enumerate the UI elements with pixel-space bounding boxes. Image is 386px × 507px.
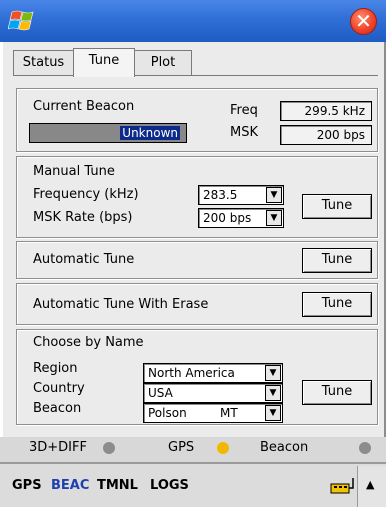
tab-status[interactable]: Status — [13, 50, 74, 76]
msk-rate-value: 200 bps — [203, 211, 252, 225]
current-beacon-field: Unknown — [29, 123, 187, 143]
windows-logo-icon[interactable] — [8, 8, 38, 34]
country-label: Country — [33, 381, 85, 396]
frequency-value: 283.5 — [203, 188, 238, 202]
automatic-tune-label: Automatic Tune — [33, 252, 135, 267]
tab-plot[interactable]: Plot — [134, 50, 192, 76]
status-3d-diff-label: 3D+DIFF — [29, 440, 87, 455]
chevron-down-icon[interactable]: ▼ — [266, 210, 282, 226]
taskbar: GPS BEAC TMNL LOGS ▲ — [0, 462, 386, 507]
status-gps-label: GPS — [168, 440, 195, 455]
automatic-tune-group: Automatic Tune Tune — [16, 241, 378, 279]
beacon-name-value: Polson — [148, 406, 187, 420]
manual-tune-heading: Manual Tune — [33, 164, 115, 179]
close-icon[interactable]: ✕ — [350, 8, 377, 35]
status-beacon-label: Beacon — [260, 440, 309, 455]
taskbar-logs[interactable]: LOGS — [150, 478, 189, 493]
frequency-select[interactable]: 283.5 ▼ — [198, 185, 284, 205]
msk-rate-label: MSK Rate (bps) — [33, 210, 133, 225]
freq-label: Freq — [230, 103, 258, 118]
status-gps-indicator — [217, 442, 229, 454]
region-label: Region — [33, 361, 78, 376]
automatic-tune-erase-button[interactable]: Tune — [302, 292, 372, 317]
msk-label: MSK — [230, 125, 258, 140]
chevron-down-icon[interactable]: ▼ — [265, 365, 281, 381]
taskbar-tmnl[interactable]: TMNL — [97, 478, 138, 493]
title-bar: ✕ — [0, 0, 386, 42]
msk-rate-select[interactable]: 200 bps ▼ — [198, 208, 284, 228]
status-indicator-row: 3D+DIFF GPS Beacon — [3, 434, 386, 462]
chevron-down-icon[interactable]: ▼ — [265, 385, 281, 401]
choose-by-name-tune-button[interactable]: Tune — [302, 380, 372, 405]
status-3d-diff-indicator — [103, 442, 115, 454]
choose-by-name-heading: Choose by Name — [33, 335, 144, 350]
beacon-label: Beacon — [33, 401, 82, 416]
content-area: Status Tune Plot Current Beacon Unknown … — [0, 42, 386, 455]
beacon-select[interactable]: Polson MT ▼ — [143, 403, 283, 423]
automatic-tune-button[interactable]: Tune — [302, 248, 372, 273]
manual-tune-group: Manual Tune Frequency (kHz) 283.5 ▼ MSK … — [16, 156, 378, 238]
taskbar-gps[interactable]: GPS — [12, 478, 42, 493]
status-beacon-indicator — [359, 442, 371, 454]
country-value: USA — [148, 386, 173, 400]
automatic-tune-erase-group: Automatic Tune With Erase Tune — [16, 283, 378, 325]
tab-divider — [13, 75, 378, 76]
choose-by-name-group: Choose by Name Region North America ▼ Co… — [16, 329, 378, 425]
input-panel-toggle[interactable]: ▲ — [357, 466, 386, 507]
country-select[interactable]: USA ▼ — [143, 383, 283, 403]
scroll-up-arrow-icon[interactable]: ▲ — [366, 478, 374, 491]
chevron-down-icon[interactable]: ▼ — [266, 187, 282, 203]
beacon-state-value: MT — [220, 406, 238, 420]
taskbar-beac[interactable]: BEAC — [51, 478, 89, 493]
current-beacon-heading: Current Beacon — [33, 99, 135, 114]
chevron-down-icon[interactable]: ▼ — [265, 405, 281, 421]
manual-tune-button[interactable]: Tune — [302, 194, 372, 219]
msk-field: 200 bps — [280, 125, 372, 145]
current-beacon-group: Current Beacon Unknown Freq 299.5 kHz MS… — [16, 88, 378, 152]
tab-tune[interactable]: Tune — [73, 48, 135, 77]
automatic-tune-erase-label: Automatic Tune With Erase — [33, 297, 209, 312]
current-beacon-value: Unknown — [120, 126, 180, 140]
region-value: North America — [148, 366, 235, 380]
frequency-label: Frequency (kHz) — [33, 187, 139, 202]
freq-field: 299.5 kHz — [280, 101, 372, 121]
keyboard-lock-icon[interactable] — [329, 476, 355, 496]
region-select[interactable]: North America ▼ — [143, 363, 283, 383]
